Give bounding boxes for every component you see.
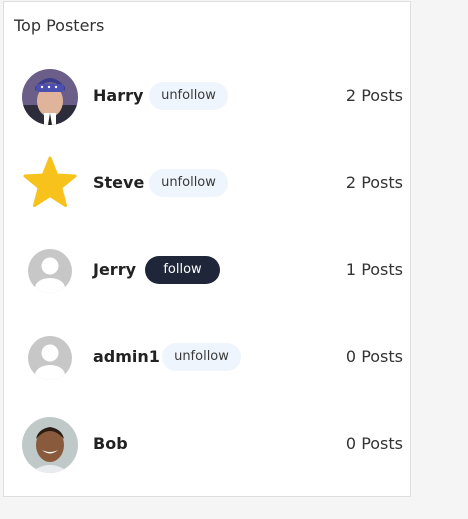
- default-user-icon[interactable]: [28, 249, 72, 293]
- poster-name[interactable]: Steve: [93, 173, 144, 192]
- poster-row-harry: Harry unfollow 2 Posts: [4, 69, 412, 125]
- user-avatar-photo[interactable]: [22, 417, 78, 473]
- post-count: 2 Posts: [345, 86, 403, 105]
- poster-row-bob: Bob 0 Posts: [4, 417, 412, 473]
- user-avatar-photo[interactable]: [22, 69, 78, 125]
- poster-row-admin1: admin1 unfollow 0 Posts: [4, 330, 412, 386]
- top-posters-panel: Top Posters Harry unfollow 2 Posts Steve…: [3, 1, 411, 497]
- post-count: 1 Posts: [345, 260, 403, 279]
- post-count: 0 Posts: [345, 434, 403, 453]
- post-count: 0 Posts: [345, 347, 403, 366]
- default-user-icon[interactable]: [28, 336, 72, 380]
- poster-row-steve: Steve unfollow 2 Posts: [4, 156, 412, 212]
- star-icon[interactable]: [22, 156, 78, 212]
- poster-name[interactable]: Jerry: [93, 260, 136, 279]
- unfollow-button[interactable]: unfollow: [149, 169, 228, 197]
- follow-button[interactable]: follow: [145, 256, 220, 284]
- poster-name[interactable]: Bob: [93, 434, 128, 453]
- unfollow-button[interactable]: unfollow: [149, 82, 228, 110]
- poster-name[interactable]: Harry: [93, 86, 143, 105]
- poster-name[interactable]: admin1: [93, 347, 160, 366]
- poster-row-jerry: Jerry follow 1 Posts: [4, 243, 412, 299]
- unfollow-button[interactable]: unfollow: [162, 343, 241, 371]
- post-count: 2 Posts: [345, 173, 403, 192]
- panel-title: Top Posters: [14, 16, 105, 35]
